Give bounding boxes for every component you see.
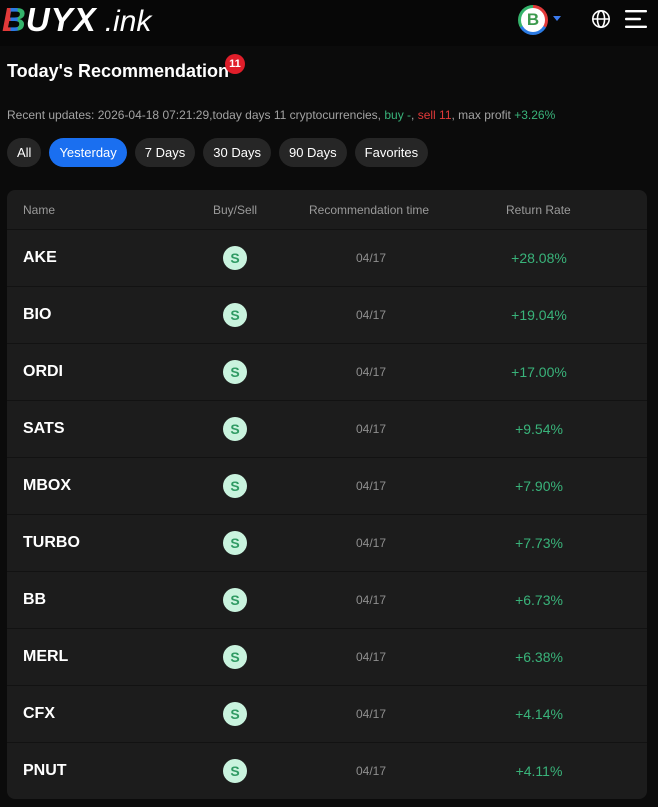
recommendation-time: 04/17 bbox=[356, 764, 387, 778]
signal-letter: S bbox=[230, 535, 240, 551]
coin-name[interactable]: SATS bbox=[23, 420, 64, 438]
recommendation-table: Name Buy/Sell Recommendation time Return… bbox=[7, 190, 647, 799]
updates-prefix: Recent updates: 2026-04-18 07:21:29,toda… bbox=[7, 108, 385, 122]
coin-name[interactable]: MERL bbox=[23, 648, 68, 666]
tab-yesterday[interactable]: Yesterday bbox=[49, 138, 127, 167]
sell-signal-icon[interactable]: S bbox=[223, 360, 247, 384]
tab-favorites[interactable]: Favorites bbox=[354, 138, 429, 167]
recommendation-time: 04/17 bbox=[356, 251, 387, 265]
recommendation-time: 04/17 bbox=[356, 707, 387, 721]
table-row[interactable]: MERL S 04/17 +6.38% bbox=[7, 629, 647, 686]
signal-letter: S bbox=[230, 763, 240, 779]
sell-signal-icon[interactable]: S bbox=[223, 531, 247, 555]
return-rate: +7.73% bbox=[515, 535, 563, 551]
coin-name[interactable]: PNUT bbox=[23, 762, 67, 780]
table-row[interactable]: PNUT S 04/17 +4.11% bbox=[7, 743, 647, 799]
sell-signal-icon[interactable]: S bbox=[223, 759, 247, 783]
signal-letter: S bbox=[230, 478, 240, 494]
signal-letter: S bbox=[230, 421, 240, 437]
recommendation-time: 04/17 bbox=[356, 536, 387, 550]
updates-line: Recent updates: 2026-04-18 07:21:29,toda… bbox=[7, 108, 555, 122]
updates-sep: , max profit bbox=[451, 108, 515, 122]
signal-letter: S bbox=[230, 307, 240, 323]
coin-name[interactable]: BB bbox=[23, 591, 46, 609]
logo-letter: B bbox=[2, 1, 26, 38]
max-profit: +3.26% bbox=[514, 108, 556, 122]
table-header: Name Buy/Sell Recommendation time Return… bbox=[7, 190, 647, 230]
recommendation-time: 04/17 bbox=[356, 650, 387, 664]
return-rate: +4.14% bbox=[515, 706, 563, 722]
table-row[interactable]: ORDI S 04/17 +17.00% bbox=[7, 344, 647, 401]
signal-letter: S bbox=[230, 250, 240, 266]
count-badge: 11 bbox=[225, 54, 245, 74]
column-header-time: Recommendation time bbox=[309, 203, 430, 217]
table-row[interactable]: CFX S 04/17 +4.14% bbox=[7, 686, 647, 743]
sell-signal-icon[interactable]: S bbox=[223, 702, 247, 726]
coin-name[interactable]: BIO bbox=[23, 306, 51, 324]
coin-name[interactable]: MBOX bbox=[23, 477, 71, 495]
column-header-name: Name bbox=[23, 203, 56, 217]
period-tabs: All Yesterday 7 Days 30 Days 90 Days Fav… bbox=[7, 138, 429, 167]
coin-name[interactable]: TURBO bbox=[23, 534, 80, 552]
tab-7-days[interactable]: 7 Days bbox=[134, 138, 196, 167]
table-row[interactable]: BIO S 04/17 +19.04% bbox=[7, 287, 647, 344]
table-row[interactable]: AKE S 04/17 +28.08% bbox=[7, 230, 647, 287]
account-avatar[interactable]: B bbox=[518, 5, 548, 35]
recommendation-time: 04/17 bbox=[356, 365, 387, 379]
sell-signal-icon[interactable]: S bbox=[223, 645, 247, 669]
return-rate: +4.11% bbox=[515, 763, 563, 779]
site-logo[interactable]: B UYX .ink bbox=[2, 1, 151, 41]
recommendation-time: 04/17 bbox=[356, 593, 387, 607]
tab-all[interactable]: All bbox=[7, 138, 42, 167]
return-rate: +28.08% bbox=[511, 250, 567, 266]
table-row[interactable]: BB S 04/17 +6.73% bbox=[7, 572, 647, 629]
buy-count: buy - bbox=[384, 108, 412, 122]
signal-letter: S bbox=[230, 592, 240, 608]
tab-30-days[interactable]: 30 Days bbox=[203, 138, 271, 167]
sell-signal-icon[interactable]: S bbox=[223, 303, 247, 327]
sell-signal-icon[interactable]: S bbox=[223, 588, 247, 612]
tab-90-days[interactable]: 90 Days bbox=[278, 138, 347, 167]
signal-letter: S bbox=[230, 364, 240, 380]
sell-signal-icon[interactable]: S bbox=[223, 417, 247, 441]
sell-count: sell 11 bbox=[417, 108, 452, 122]
table-row[interactable]: MBOX S 04/17 +7.90% bbox=[7, 458, 647, 515]
coin-name[interactable]: AKE bbox=[23, 249, 57, 267]
column-header-return: Return Rate bbox=[506, 203, 571, 217]
recommendation-time: 04/17 bbox=[356, 422, 387, 436]
return-rate: +7.90% bbox=[515, 478, 563, 494]
top-header: B UYX .ink B bbox=[0, 0, 658, 46]
chevron-down-icon[interactable] bbox=[553, 16, 561, 21]
updates-sep: , bbox=[411, 108, 418, 122]
logo-domain: .ink bbox=[104, 5, 152, 38]
signal-letter: S bbox=[230, 649, 240, 665]
globe-icon[interactable] bbox=[591, 9, 611, 29]
return-rate: +6.73% bbox=[515, 592, 563, 608]
column-header-buy-sell: Buy/Sell bbox=[213, 203, 258, 217]
return-rate: +9.54% bbox=[515, 421, 563, 437]
return-rate: +19.04% bbox=[511, 307, 567, 323]
logo-text: UYX bbox=[25, 1, 97, 38]
avatar-letter: B bbox=[521, 8, 545, 32]
signal-letter: S bbox=[230, 706, 240, 722]
page-title-row: Today's Recommendation bbox=[7, 61, 229, 82]
page-title: Today's Recommendation bbox=[7, 61, 229, 81]
recommendation-time: 04/17 bbox=[356, 308, 387, 322]
sell-signal-icon[interactable]: S bbox=[223, 474, 247, 498]
return-rate: +17.00% bbox=[511, 364, 567, 380]
return-rate: +6.38% bbox=[515, 649, 563, 665]
sell-signal-icon[interactable]: S bbox=[223, 246, 247, 270]
coin-name[interactable]: CFX bbox=[23, 705, 55, 723]
recommendation-time: 04/17 bbox=[356, 479, 387, 493]
table-row[interactable]: SATS S 04/17 +9.54% bbox=[7, 401, 647, 458]
menu-icon[interactable] bbox=[625, 10, 647, 28]
coin-name[interactable]: ORDI bbox=[23, 363, 63, 381]
table-row[interactable]: TURBO S 04/17 +7.73% bbox=[7, 515, 647, 572]
